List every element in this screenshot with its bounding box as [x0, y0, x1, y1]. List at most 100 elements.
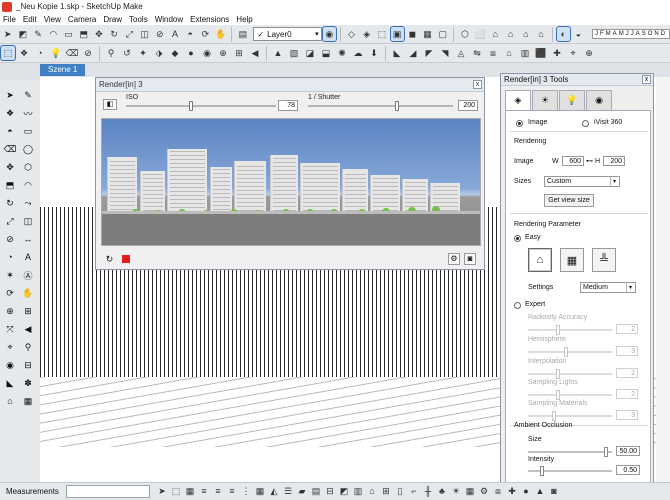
- make-component-icon[interactable]: ❖: [3, 106, 17, 120]
- terrain-icon[interactable]: ◭: [268, 485, 280, 497]
- eraser-icon[interactable]: ◩: [16, 27, 29, 41]
- slab-icon[interactable]: ▰: [296, 485, 308, 497]
- interpolation-slider[interactable]: [528, 369, 612, 379]
- get-view-size-button[interactable]: Get view size: [544, 194, 594, 207]
- render-icon[interactable]: ▲: [534, 485, 546, 497]
- quality-light-icon[interactable]: ╩: [592, 248, 616, 272]
- push-pull-icon[interactable]: ⬒: [77, 27, 90, 41]
- tape-measure-icon[interactable]: ⊘: [153, 27, 166, 41]
- slider-thumb[interactable]: [540, 466, 544, 476]
- 3d-text-icon[interactable]: Ⓐ: [21, 268, 35, 282]
- slider-thumb[interactable]: [556, 390, 560, 400]
- camera-icon[interactable]: ◙: [548, 485, 560, 497]
- move-icon[interactable]: ✥: [3, 160, 17, 174]
- select-arrow-icon[interactable]: ➤: [3, 88, 17, 102]
- monochrome-style-icon[interactable]: ▢: [436, 27, 449, 41]
- position-camera-icon[interactable]: ⌖: [3, 340, 17, 354]
- gear-icon[interactable]: ⚙: [448, 253, 460, 265]
- fog-toggle-icon[interactable]: ◒: [572, 27, 585, 41]
- orbit-icon[interactable]: ⟳: [199, 27, 212, 41]
- add-location-icon[interactable]: ⊕: [582, 46, 596, 60]
- wireframe-style-icon[interactable]: ⬚: [375, 27, 388, 41]
- menu-draw[interactable]: Draw: [103, 15, 122, 24]
- zoom-icon[interactable]: ⊕: [216, 46, 230, 60]
- shaded-style-icon[interactable]: ◼: [406, 27, 419, 41]
- extension-icon[interactable]: ✚: [550, 46, 564, 60]
- iso-view-icon[interactable]: ⬡: [458, 27, 471, 41]
- stairs-icon[interactable]: ⌐: [408, 485, 420, 497]
- box-icon[interactable]: ⧈: [486, 46, 500, 60]
- align-right-icon[interactable]: ≡: [226, 485, 238, 497]
- warehouse-icon[interactable]: ⬛: [534, 46, 548, 60]
- rotate-icon[interactable]: ↺: [120, 46, 134, 60]
- expert-radio[interactable]: [514, 302, 521, 309]
- look-around-icon[interactable]: ◉: [3, 358, 17, 372]
- sampling-materials-value[interactable]: 3: [616, 410, 638, 420]
- exposure-icon[interactable]: ◧: [103, 99, 117, 110]
- section-plane-icon[interactable]: ⊟: [21, 358, 35, 372]
- render-window-titlebar[interactable]: Render[in] 3 x: [96, 78, 484, 92]
- refresh-icon[interactable]: ↻: [104, 254, 115, 265]
- fence-icon[interactable]: ╫: [422, 485, 434, 497]
- shutter-slider[interactable]: [308, 101, 453, 111]
- eraser-icon[interactable]: ⌫: [65, 46, 79, 60]
- warehouse-icon[interactable]: ▦: [21, 394, 35, 408]
- hidden-line-style-icon[interactable]: ▣: [389, 26, 405, 42]
- render-region-icon[interactable]: ▧: [287, 46, 301, 60]
- menu-camera[interactable]: Camera: [68, 15, 96, 24]
- walk-icon[interactable]: ⚲: [21, 340, 35, 354]
- corner-icon[interactable]: ◩: [338, 485, 350, 497]
- layers-icon[interactable]: ▤: [310, 485, 322, 497]
- previous-view-icon[interactable]: ◀: [248, 46, 262, 60]
- menu-tools[interactable]: Tools: [129, 15, 148, 24]
- circle-icon[interactable]: ◯: [21, 142, 35, 156]
- sampling-lights-slider[interactable]: [528, 390, 612, 400]
- rotate-icon[interactable]: ↻: [108, 27, 121, 41]
- right-view-icon[interactable]: ⌂: [504, 27, 517, 41]
- box-icon[interactable]: ⧈: [492, 485, 504, 497]
- flip-icon[interactable]: ⇋: [470, 46, 484, 60]
- group-icon[interactable]: ▦: [184, 485, 196, 497]
- move-icon[interactable]: ✦: [136, 46, 150, 60]
- eye-icon[interactable]: ◉: [200, 46, 214, 60]
- ao-intensity-slider[interactable]: [528, 466, 612, 476]
- link-icon[interactable]: ⊷: [586, 157, 593, 165]
- render-settings-tab-icon[interactable]: ◈: [505, 90, 531, 110]
- ao-size-value[interactable]: 50.00: [616, 446, 640, 456]
- render-export-icon[interactable]: ⬇: [367, 46, 381, 60]
- pencil-icon[interactable]: ✎: [21, 88, 35, 102]
- shadows-toggle-icon[interactable]: ◐: [555, 26, 571, 42]
- menu-file[interactable]: File: [3, 15, 16, 24]
- render-sky-icon[interactable]: ☁: [351, 46, 365, 60]
- radiosity-accuracy-value[interactable]: 2: [616, 324, 638, 334]
- zoom-extents-icon[interactable]: ⬗: [152, 46, 166, 60]
- rectangle-icon[interactable]: ▭: [21, 124, 35, 138]
- radiosity-accuracy-slider[interactable]: [528, 325, 612, 335]
- sun-icon[interactable]: ☀: [450, 485, 462, 497]
- ao-intensity-value[interactable]: 0.50: [616, 465, 640, 475]
- easy-radio[interactable]: [514, 235, 521, 242]
- follow-me-icon[interactable]: ⤳: [21, 196, 35, 210]
- menu-extensions[interactable]: Extensions: [190, 15, 229, 24]
- pan-icon[interactable]: ✋: [21, 286, 35, 300]
- scale-icon[interactable]: ⤢: [123, 27, 136, 41]
- building-icon[interactable]: ▥: [518, 46, 532, 60]
- select-arrow-icon[interactable]: ➤: [1, 27, 14, 41]
- rotate-icon[interactable]: ↻: [3, 196, 17, 210]
- smoove-icon[interactable]: ◬: [454, 46, 468, 60]
- window-icon[interactable]: ⊞: [380, 485, 392, 497]
- rectangle-icon[interactable]: ▭: [62, 27, 75, 41]
- align-center-icon[interactable]: ≡: [212, 485, 224, 497]
- measurements-input[interactable]: [66, 485, 150, 498]
- location-icon[interactable]: ⌖: [566, 46, 580, 60]
- puzzle-icon[interactable]: ✚: [506, 485, 518, 497]
- iso-slider-thumb[interactable]: [189, 101, 193, 111]
- render-camera-icon[interactable]: ⬓: [319, 46, 333, 60]
- front-view-icon[interactable]: ⌂: [489, 27, 502, 41]
- environment-tab-icon[interactable]: ☀: [532, 90, 558, 110]
- pan-icon[interactable]: ✋: [214, 27, 227, 41]
- hemisphere-slider[interactable]: [528, 347, 612, 357]
- arc-icon[interactable]: ◠: [47, 27, 60, 41]
- top-view-icon[interactable]: ⬜: [474, 27, 487, 41]
- slider-thumb[interactable]: [556, 369, 560, 379]
